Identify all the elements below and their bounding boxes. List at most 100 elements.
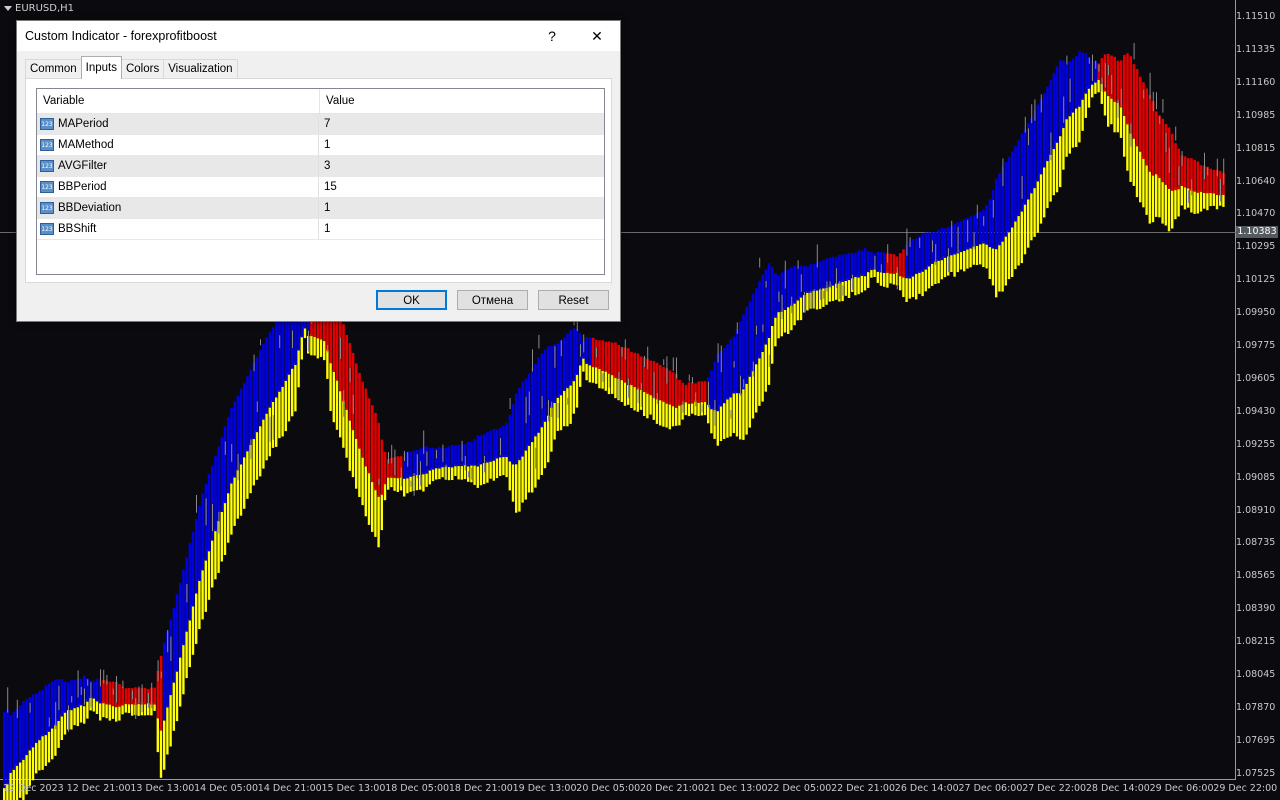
candle-wick (400, 467, 402, 487)
candle-wick (29, 702, 31, 713)
lower-band-bar (348, 418, 351, 471)
value-cell[interactable]: 1 (319, 198, 330, 218)
lower-band-bar (1132, 136, 1135, 186)
reset-button[interactable]: Reset (538, 290, 609, 310)
input-row[interactable]: 123 MAPeriod 7 (37, 114, 604, 135)
up-band-bar (495, 429, 499, 459)
close-button[interactable]: ✕ (574, 21, 620, 51)
tab-visualization[interactable]: Visualization (163, 59, 238, 79)
lower-band-bar (492, 458, 495, 481)
lower-band-bar (265, 411, 268, 461)
candle-wick (196, 494, 197, 513)
candle-wick (1168, 147, 1170, 173)
up-band-bar (985, 205, 988, 245)
time-tick-label: 27 Dec 06:00 (958, 783, 1023, 794)
symbol-selector[interactable]: EURUSD,H1 (4, 3, 74, 14)
candle-wick (224, 441, 226, 455)
candle-wick (752, 361, 754, 377)
input-row[interactable]: 123 MAMethod 1 (37, 135, 604, 156)
lower-band-bar (230, 481, 233, 535)
help-button[interactable]: ? (529, 21, 575, 51)
lower-band-bar (979, 242, 982, 265)
candle-wick (644, 356, 645, 367)
down-band-bar (684, 384, 688, 403)
up-band-bar (838, 254, 841, 284)
column-variable[interactable]: Variable (37, 89, 320, 113)
lower-band-bar (79, 703, 83, 723)
up-band-bar (1004, 162, 1008, 237)
lower-band-bar (988, 245, 991, 279)
dialog-titlebar[interactable]: Custom Indicator - forexprofitboost ? ✕ (17, 21, 620, 51)
candle-wick (212, 504, 213, 532)
value-cell[interactable]: 1 (319, 135, 330, 155)
up-band-bar (819, 261, 822, 290)
candle-wick (583, 334, 585, 353)
candle-wick (957, 227, 959, 253)
up-band-bar (265, 337, 268, 414)
up-band-bar (6, 709, 9, 785)
lower-band-bar (1023, 202, 1027, 255)
input-row[interactable]: 123 BBDeviation 1 (37, 198, 604, 219)
cancel-button[interactable]: Отмена (457, 290, 528, 310)
input-row[interactable]: 123 BBPeriod 15 (37, 177, 604, 198)
lower-band-bar (595, 365, 598, 384)
lower-band-bar (739, 391, 742, 440)
candle-wick (1159, 116, 1161, 124)
integer-type-icon: 123 (40, 160, 54, 172)
value-cell[interactable]: 3 (319, 156, 330, 176)
candle-wick (260, 339, 261, 346)
lower-band-bar (732, 391, 735, 433)
candle-wick (77, 670, 79, 698)
lower-band-bar (575, 372, 579, 408)
down-band-bar (377, 422, 380, 497)
candle-wick (407, 452, 409, 467)
candle-wick (253, 354, 255, 372)
candle-wick (743, 379, 745, 388)
up-band-bar (515, 393, 518, 465)
up-band-bar (41, 690, 44, 737)
candle-wick (106, 674, 108, 685)
up-band-bar (505, 423, 508, 457)
tab-inputs[interactable]: Inputs (80, 56, 122, 79)
lower-band-bar (275, 395, 278, 447)
lower-band-bar (1145, 163, 1148, 215)
tab-colors[interactable]: Colors (120, 59, 165, 79)
lower-band-bar (451, 465, 454, 480)
value-cell[interactable]: 7 (319, 114, 330, 134)
candle-wick (826, 281, 828, 292)
lower-band-bar (863, 274, 867, 291)
candle-wick (608, 374, 610, 388)
up-band-bar (556, 343, 560, 398)
value-cell[interactable]: 1 (319, 219, 330, 239)
candle-wick (1204, 152, 1205, 180)
up-band-bar (940, 228, 944, 261)
price-tick-label: 1.09950 (1236, 307, 1276, 319)
lower-band-bar (486, 460, 489, 483)
candle-wick (135, 698, 137, 719)
down-band-bar (118, 684, 121, 707)
value-cell[interactable]: 15 (319, 177, 337, 197)
lower-band-bar (508, 459, 511, 491)
up-band-bar (751, 293, 755, 372)
down-band-bar (630, 351, 633, 386)
up-band-bar (988, 199, 992, 248)
variable-name: BBPeriod (58, 181, 107, 193)
candle-wick (55, 702, 57, 730)
price-tick-label: 1.07525 (1236, 767, 1276, 779)
up-band-bar (163, 642, 166, 721)
ok-button[interactable]: OK (376, 290, 447, 310)
down-band-bar (1135, 69, 1139, 147)
up-band-bar (9, 715, 12, 773)
lower-band-bar (1065, 117, 1068, 157)
input-row[interactable]: 123 AVGFilter 3 (37, 156, 604, 177)
lower-band-bar (758, 356, 761, 406)
lower-band-bar (831, 283, 835, 301)
up-band-bar (223, 426, 227, 504)
column-value[interactable]: Value (320, 89, 355, 113)
up-band-bar (502, 425, 505, 458)
lower-band-bar (1222, 193, 1225, 207)
variable-name: BBDeviation (58, 202, 122, 214)
candle-wick (1088, 57, 1090, 64)
input-row[interactable]: 123 BBShift 1 (37, 219, 604, 240)
tab-common[interactable]: Common (25, 59, 82, 79)
